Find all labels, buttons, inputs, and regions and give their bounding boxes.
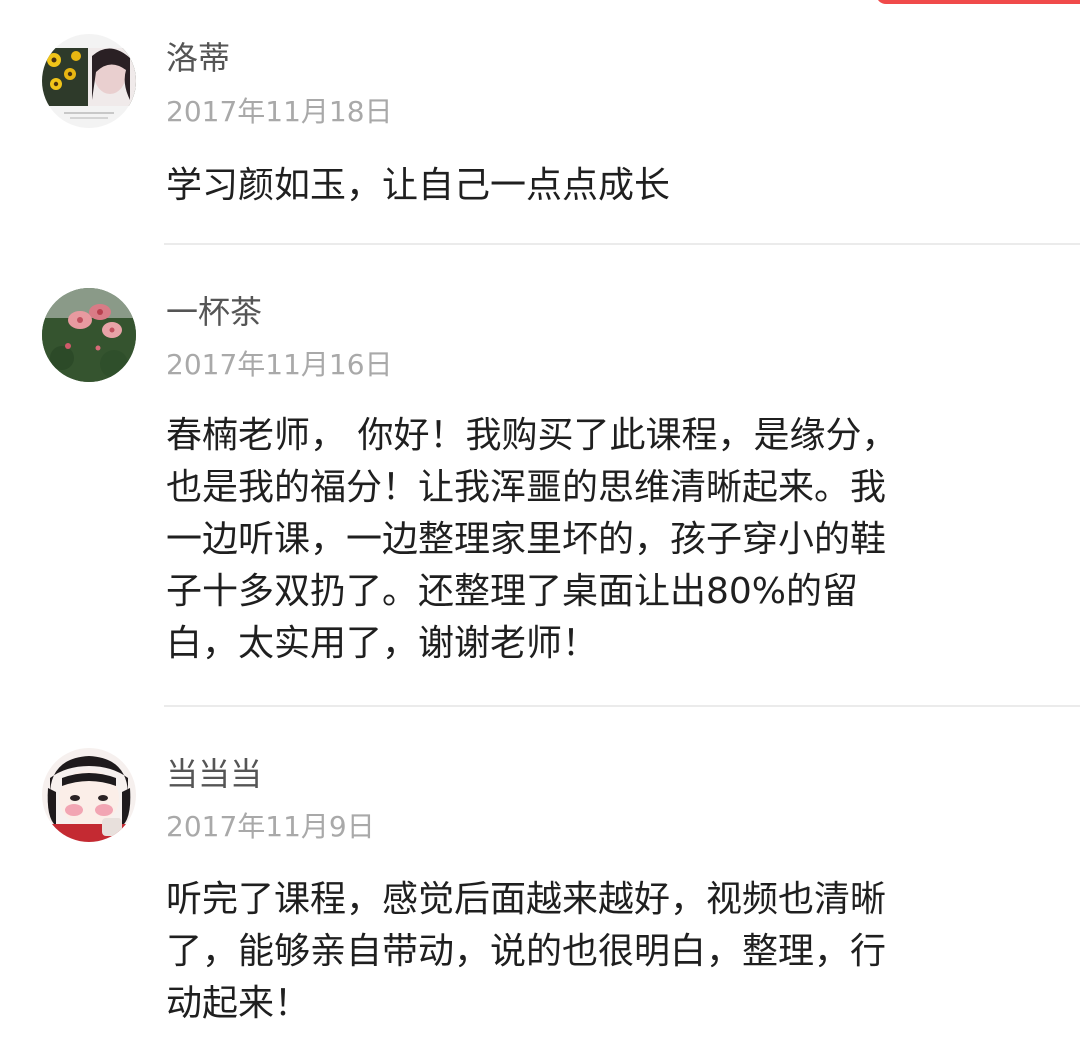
username: 一杯茶: [166, 293, 263, 331]
divider: [164, 243, 1080, 245]
comment-date: 2017年11月9日: [166, 810, 375, 843]
comment-date: 2017年11月18日: [166, 95, 393, 128]
comment-date: 2017年11月16日: [166, 348, 393, 381]
username: 洛蒂: [166, 39, 231, 77]
comment-text: 听完了课程，感觉后面越来越好，视频也清晰 了，能够亲自带动，说的也很明白，整理，…: [166, 879, 887, 1024]
avatar-sunflower-girl-icon: [42, 34, 136, 128]
divider: [164, 705, 1080, 707]
comment-text: 学习颜如玉，让自己一点点成长: [166, 165, 671, 206]
avatar-cartoon-girl-icon: [42, 748, 136, 842]
user-avatar[interactable]: [42, 288, 136, 382]
comment-text: 春楠老师， 你好！我购买了此课程，是缘分， 也是我的福分！让我浑噩的思维清晰起来…: [166, 415, 898, 664]
user-avatar[interactable]: [42, 34, 136, 128]
top-accent-bar: [876, 0, 1080, 4]
username: 当当当: [166, 755, 263, 793]
user-avatar[interactable]: [42, 748, 136, 842]
avatar-pink-flowers-icon: [42, 288, 136, 382]
